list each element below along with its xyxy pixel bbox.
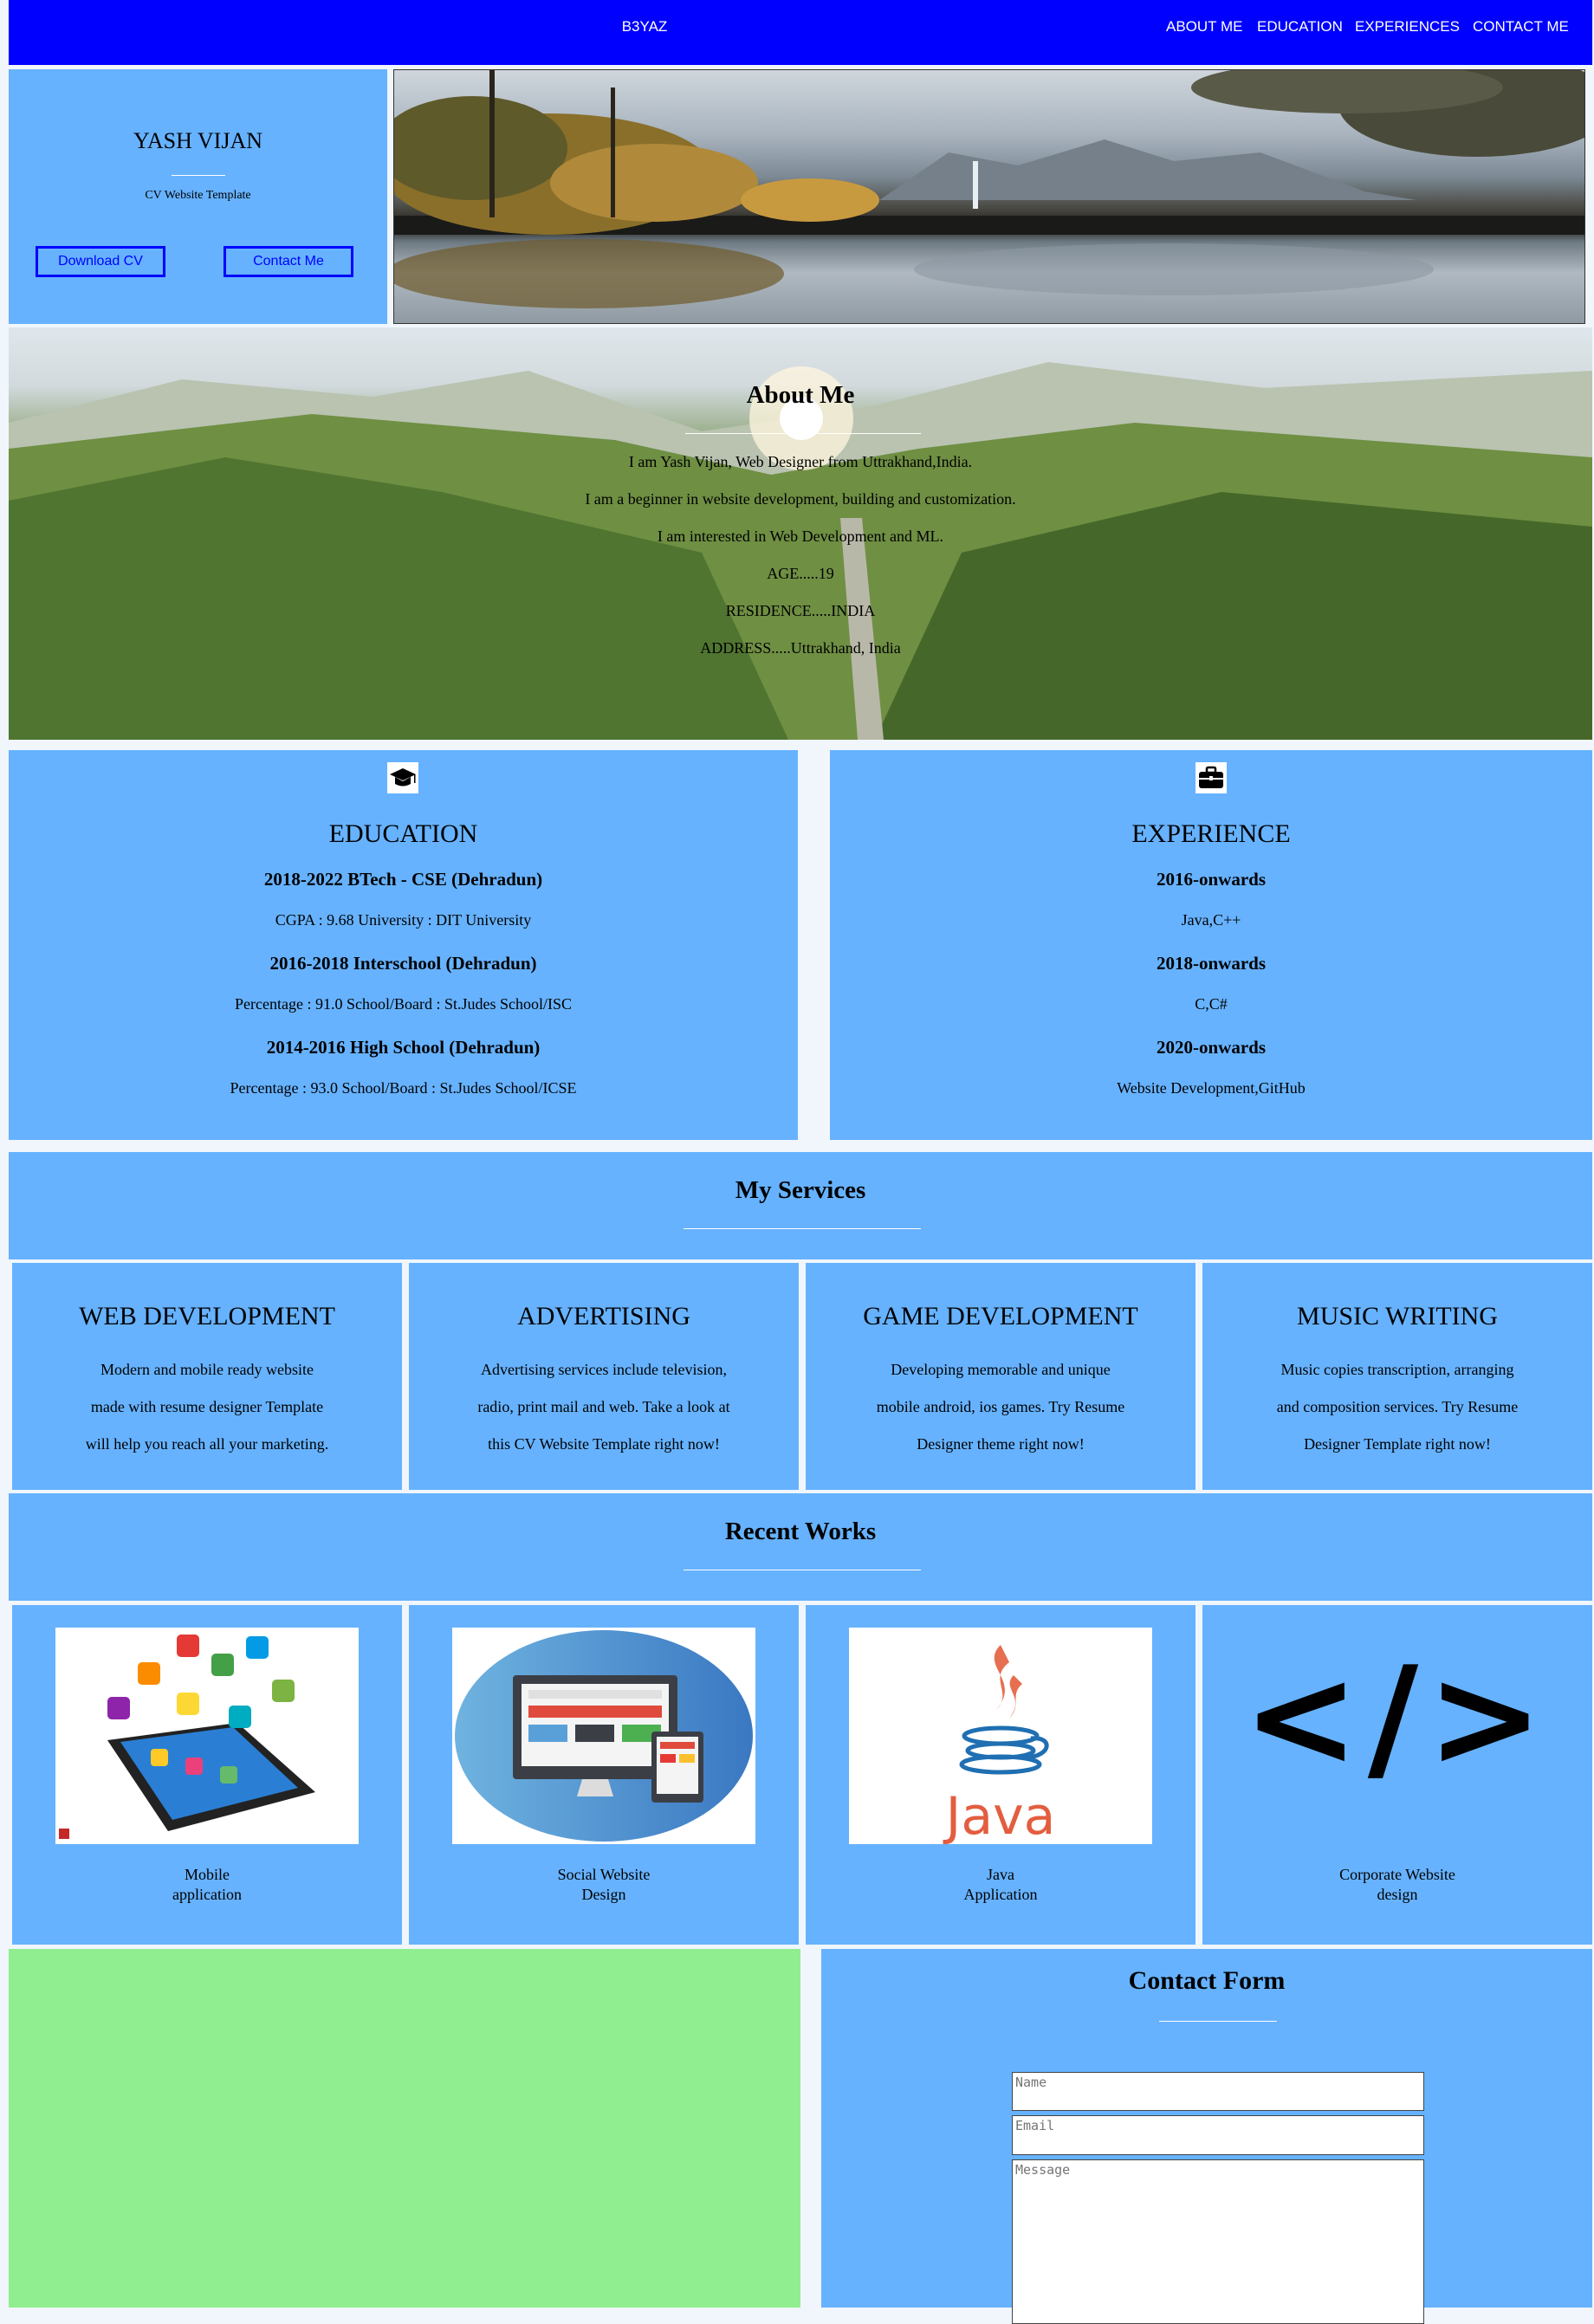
profile-name: YASH VIJAN: [133, 128, 263, 153]
name-field[interactable]: [1012, 2072, 1424, 2111]
works-header: Recent Works: [9, 1493, 1592, 1601]
profile-subtitle: CV Website Template: [145, 189, 251, 202]
about-line: I am a beginner in website development, …: [585, 490, 1016, 508]
graduation-cap-icon: [387, 762, 418, 793]
top-navbar: B3YAZ ABOUT ME EDUCATION EXPERIENCES CON…: [9, 0, 1592, 65]
experience-item-title: 2018-onwards: [1156, 953, 1266, 974]
experience-panel: EXPERIENCE 2016-onwards Java,C++ 2018-on…: [830, 750, 1592, 1140]
nav-link-experiences[interactable]: EXPERIENCES: [1355, 18, 1460, 36]
service-card-web-development: WEB DEVELOPMENT Modern and mobile ready …: [12, 1263, 402, 1490]
divider: [1159, 2021, 1277, 2022]
contact-form-panel: Contact Form: [821, 1949, 1592, 2324]
contact-me-button[interactable]: Contact Me: [224, 246, 353, 277]
about-section: About Me I am Yash Vijan, Web Designer f…: [9, 327, 1592, 740]
hero-landscape-image: [393, 69, 1585, 324]
lake-trees-illustration: [394, 70, 1584, 308]
mobile-apps-icon: [55, 1628, 359, 1844]
java-wordmark: Java: [943, 1786, 1056, 1844]
service-title: MUSIC WRITING: [1297, 1302, 1498, 1330]
work-card-social-website-design[interactable]: Social Website Design: [409, 1605, 799, 1945]
brand-logo[interactable]: B3YAZ: [9, 18, 1280, 36]
work-card-mobile-application[interactable]: Mobile application: [12, 1605, 402, 1945]
services-title: My Services: [735, 1176, 866, 1204]
education-panel: EDUCATION 2018-2022 BTech - CSE (Dehradu…: [9, 750, 798, 1140]
nav-link-about-me[interactable]: ABOUT ME: [1166, 18, 1242, 36]
divider: [685, 433, 921, 434]
nav-link-contact-me[interactable]: CONTACT ME: [1473, 18, 1569, 36]
about-title: About Me: [746, 381, 855, 409]
about-line: I am Yash Vijan, Web Designer from Uttra…: [628, 453, 973, 470]
experience-item-detail: Java,C++: [1181, 911, 1241, 929]
about-line: I am interested in Web Development and M…: [657, 528, 944, 545]
map-area[interactable]: [9, 1949, 800, 2308]
work-card-java-application[interactable]: Java Java Application: [806, 1605, 1196, 1945]
about-address: ADDRESS.....Uttrakhand, India: [700, 639, 901, 657]
briefcase-icon: [1196, 762, 1227, 793]
works-title: Recent Works: [724, 1518, 877, 1545]
education-item-detail: Percentage : 93.0 School/Board : St.Jude…: [230, 1079, 577, 1097]
services-header: My Services: [9, 1152, 1592, 1259]
service-title: GAME DEVELOPMENT: [863, 1302, 1138, 1330]
experience-item-detail: Website Development,GitHub: [1117, 1079, 1306, 1097]
experience-item-detail: C,C#: [1195, 995, 1228, 1013]
divider: [172, 175, 225, 176]
monitor-devices-icon: [452, 1628, 755, 1844]
service-description: Developing memorable and unique mobile an…: [876, 1361, 1125, 1453]
work-caption: Social Website Design: [557, 1866, 651, 1903]
about-age: AGE.....19: [767, 565, 834, 582]
about-residence: RESIDENCE.....INDIA: [725, 602, 876, 619]
work-caption: Java Application: [963, 1866, 1038, 1903]
service-description: Advertising services include television,…: [477, 1361, 730, 1453]
education-item-detail: Percentage : 91.0 School/Board : St.Jude…: [235, 995, 572, 1013]
code-tag-icon: </>: [1242, 1636, 1552, 1798]
work-card-corporate-website-design[interactable]: </> Corporate Website design: [1202, 1605, 1592, 1945]
experience-item-title: 2016-onwards: [1156, 869, 1266, 890]
work-caption: Mobile application: [172, 1866, 242, 1903]
service-card-music-writing: MUSIC WRITING Music copies transcription…: [1202, 1263, 1592, 1490]
education-item-title: 2018-2022 BTech - CSE (Dehradun): [263, 869, 543, 890]
service-card-game-development: GAME DEVELOPMENT Developing memorable an…: [806, 1263, 1196, 1490]
service-title: ADVERTISING: [517, 1302, 690, 1330]
profile-card: YASH VIJAN CV Website Template Download …: [9, 69, 387, 324]
message-field[interactable]: [1012, 2159, 1424, 2324]
email-field[interactable]: [1012, 2115, 1424, 2155]
service-description: Modern and mobile ready website made with…: [85, 1361, 329, 1453]
experience-item-title: 2020-onwards: [1156, 1037, 1266, 1058]
education-item-title: 2014-2016 High School (Dehradun): [266, 1037, 541, 1058]
divider: [684, 1228, 921, 1229]
nav-link-education[interactable]: EDUCATION: [1257, 18, 1343, 36]
service-title: WEB DEVELOPMENT: [79, 1302, 335, 1330]
contact-form-title: Contact Form: [1128, 1966, 1286, 1995]
service-description: Music copies transcription, arranging and…: [1276, 1361, 1519, 1453]
education-title: EDUCATION: [328, 819, 478, 848]
service-card-advertising: ADVERTISING Advertising services include…: [409, 1263, 799, 1490]
education-item-detail: CGPA : 9.68 University : DIT University: [275, 911, 532, 929]
download-cv-button[interactable]: Download CV: [36, 246, 165, 277]
experience-title: EXPERIENCE: [1131, 819, 1291, 848]
education-item-title: 2016-2018 Interschool (Dehradun): [269, 953, 537, 974]
work-caption: Corporate Website design: [1339, 1866, 1455, 1903]
java-logo-icon: Java: [849, 1628, 1152, 1844]
